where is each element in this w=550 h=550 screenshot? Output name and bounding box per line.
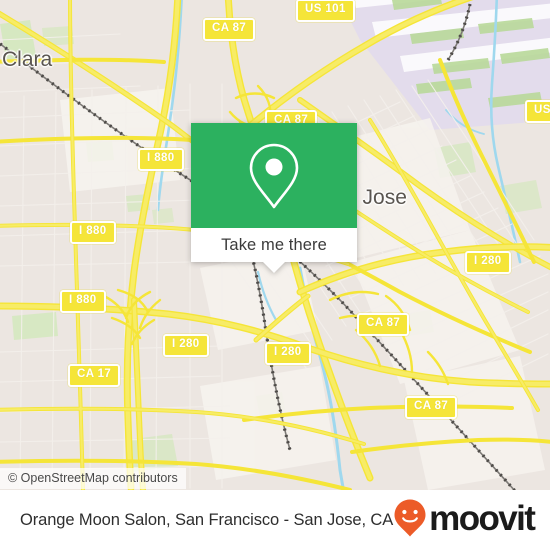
shield-ca-87[interactable]: CA 87 (405, 396, 458, 419)
place-label-clara: Clara (2, 48, 53, 71)
shield-ca-87[interactable]: CA 87 (357, 313, 410, 336)
moovit-map-screen: .hw { stroke:#f5e538; stroke-linecap:rou… (0, 0, 550, 550)
shield-i-880[interactable]: I 880 (70, 221, 116, 244)
moovit-pin-icon (393, 498, 427, 543)
shield-i-880[interactable]: I 880 (138, 148, 184, 171)
map-canvas[interactable]: .hw { stroke:#f5e538; stroke-linecap:rou… (0, 0, 550, 490)
moovit-wordmark: moovit (429, 499, 536, 538)
footer-bar: Orange Moon Salon, San Francisco - San J… (0, 490, 550, 550)
shield-i-280[interactable]: I 280 (265, 342, 311, 365)
moovit-logo[interactable]: moovit (393, 498, 536, 543)
location-popup[interactable]: Take me there (191, 123, 357, 273)
map-attribution[interactable]: © OpenStreetMap contributors (0, 468, 186, 489)
shield-i-880[interactable]: I 880 (60, 290, 106, 313)
popup-header (191, 123, 357, 228)
take-me-there-button[interactable]: Take me there (191, 228, 357, 262)
shield-ca-87[interactable]: CA 87 (203, 18, 256, 41)
popup-pointer-tail (263, 262, 285, 273)
map-pin-icon (246, 141, 302, 211)
page-title: Orange Moon Salon, San Francisco - San J… (20, 510, 394, 529)
shield-i-280[interactable]: I 280 (465, 251, 511, 274)
shield-us-101[interactable]: US 101 (296, 0, 355, 22)
shield-i-280[interactable]: I 280 (163, 334, 209, 357)
shield-us-1[interactable]: US 1 (525, 100, 550, 123)
shield-ca-17[interactable]: CA 17 (68, 364, 121, 387)
